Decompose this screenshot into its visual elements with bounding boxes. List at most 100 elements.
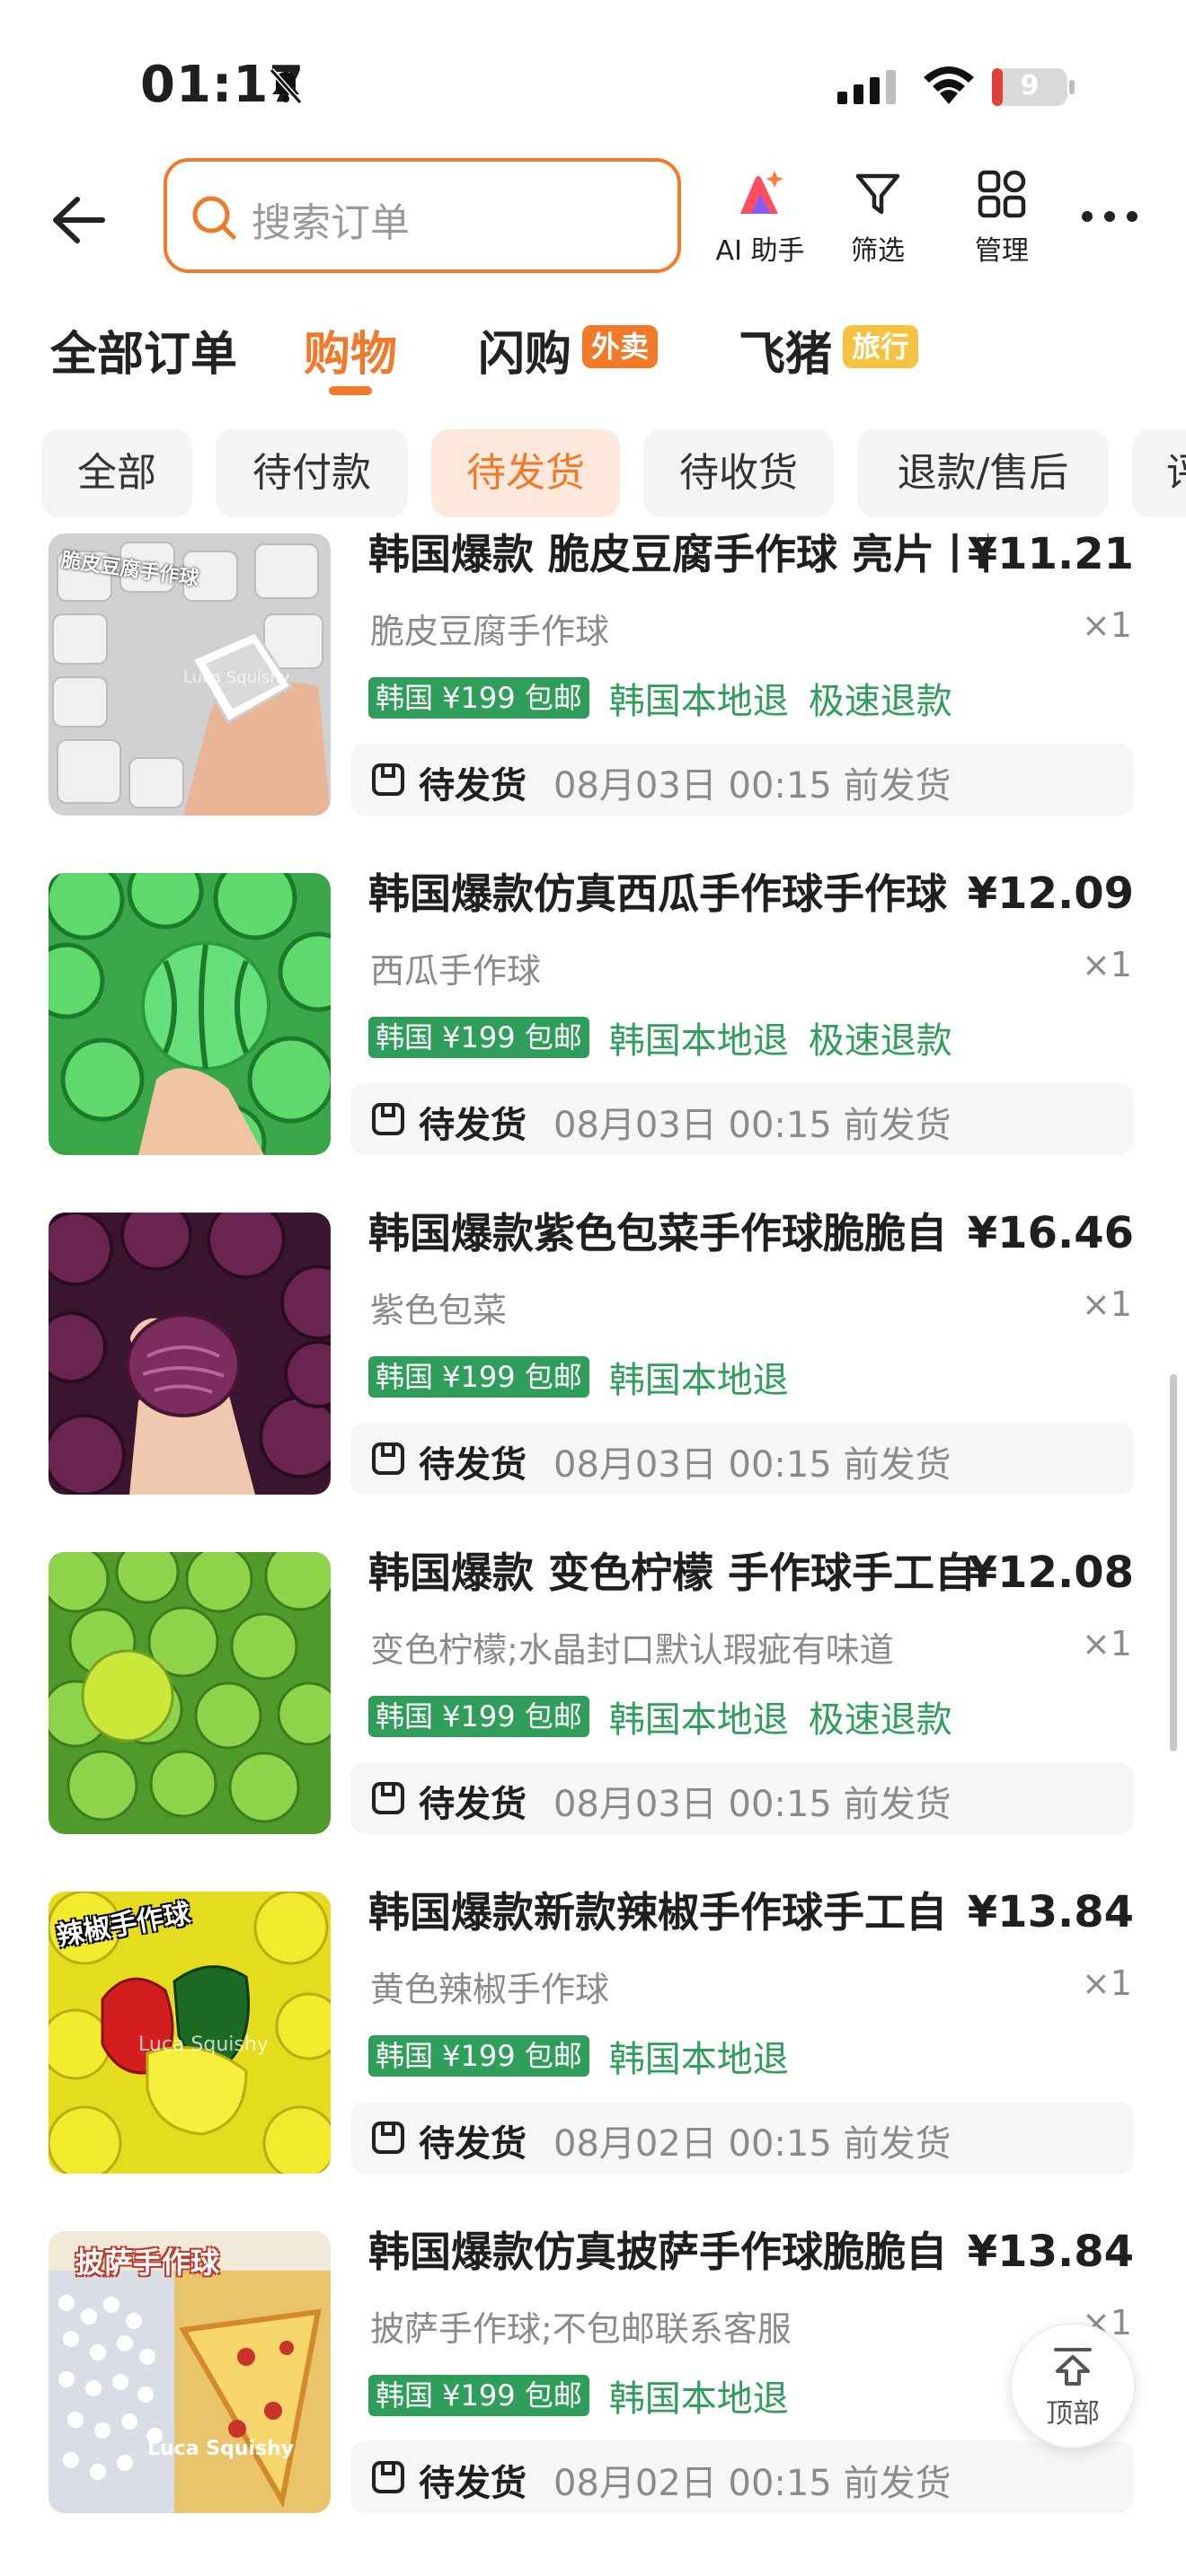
product-thumbnail[interactable]: 脆皮豆腐手作球 Luca Squishy [49, 534, 331, 816]
product-price: ¥16.46 [967, 1208, 1134, 1258]
service-tags: 韩国 ¥199 包邮 韩国本地退 极速退款 [368, 672, 952, 722]
order-item[interactable]: 脆皮豆腐手作球 Luca Squishy 韩国爆款 脆皮豆腐手作球 亮片丨花 ¥… [0, 530, 1186, 862]
service-tags: 韩国 ¥199 包邮 韩国本地退 [368, 2030, 789, 2080]
active-tab-indicator [329, 386, 372, 395]
shipping-status-bar[interactable]: 待发货 08月03日 00:15 前发货 [350, 1423, 1134, 1495]
order-item[interactable]: 披萨手作球 Luca Squishy 韩国爆款仿真披萨手作球脆脆自 ¥13.84… [0, 2220, 1186, 2560]
flash-badge: 外卖 [582, 325, 659, 368]
product-title[interactable]: 韩国爆款仿真西瓜手作球手作球 [368, 862, 988, 925]
manage-button[interactable]: 管理 [948, 167, 1056, 268]
service-tags: 韩国 ¥199 包邮 韩国本地退 [368, 2369, 789, 2420]
order-item[interactable]: 韩国爆款 变色柠檬 手作球手工自 ¥12.08 变色柠檬;水晶封口默认瑕疵有味道… [0, 1541, 1186, 1881]
product-spec: 黄色辣椒手作球 [370, 1970, 610, 2009]
shipping-status-bar[interactable]: 待发货 08月03日 00:15 前发货 [350, 1762, 1134, 1834]
product-thumbnail[interactable] [49, 1552, 331, 1834]
fast-refund-tag: 极速退款 [808, 1020, 952, 1062]
product-thumbnail[interactable]: 披萨手作球 Luca Squishy [49, 2231, 331, 2513]
order-status: 待发货 [419, 1444, 527, 1486]
ship-deadline: 08月02日 00:15 前发货 [553, 2463, 951, 2504]
service-tags: 韩国 ¥199 包邮 韩国本地退 [368, 1351, 789, 1401]
product-title[interactable]: 韩国爆款 脆皮豆腐手作球 亮片丨花 [368, 530, 988, 586]
product-spec: 脆皮豆腐手作球 [370, 612, 610, 651]
product-quantity: ×1 [1081, 605, 1132, 645]
product-title[interactable]: 韩国爆款仿真披萨手作球脆脆自 [368, 2220, 988, 2283]
chip-all[interactable]: 全部 [41, 429, 192, 517]
order-status: 待发货 [419, 2463, 527, 2504]
chip-pending-receipt[interactable]: 待收货 [643, 429, 834, 517]
order-item[interactable]: 韩国爆款仿真西瓜手作球手作球 ¥12.09 西瓜手作球 ×1 韩国 ¥199 包… [0, 862, 1186, 1202]
tab-fliggy[interactable]: 飞猪 [739, 316, 832, 384]
filter-label: 筛选 [851, 235, 905, 267]
package-status-icon [372, 2461, 404, 2493]
local-return-tag: 韩国本地退 [608, 1020, 789, 1062]
scrollbar[interactable] [1170, 1374, 1177, 1751]
thumbnail-caption: 披萨手作球 [75, 2245, 220, 2280]
chip-pending-payment[interactable]: 待付款 [216, 429, 408, 517]
product-title[interactable]: 韩国爆款新款辣椒手作球手工自 [368, 1881, 988, 1944]
bell-muted-icon [269, 68, 303, 104]
search-input[interactable]: 搜索订单 [164, 158, 681, 273]
order-item[interactable]: 辣椒手作球 Luca Squishy 韩国爆款新款辣椒手作球手工自 ¥13.84… [0, 1881, 1186, 2220]
product-spec: 紫色包菜 [370, 1291, 508, 1330]
more-options-icon[interactable] [1078, 203, 1141, 230]
product-title[interactable]: 韩国爆款紫色包菜手作球脆脆自 [368, 1202, 988, 1265]
cellular-signal-icon [837, 70, 896, 104]
package-status-icon [372, 1782, 404, 1814]
product-thumbnail[interactable]: 辣椒手作球 Luca Squishy [49, 1892, 331, 2174]
back-arrow-icon[interactable] [47, 189, 110, 251]
shipping-status-bar[interactable]: 待发货 08月02日 00:15 前发货 [350, 2102, 1134, 2174]
thumbnail-watermark: Luca Squishy [147, 2438, 295, 2460]
local-return-tag: 韩国本地退 [608, 1360, 789, 1401]
tab-all-orders[interactable]: 全部订单 [50, 316, 237, 384]
product-spec: 披萨手作球;不包邮联系客服 [370, 2309, 792, 2349]
nav-bar: 搜索订单 AI 助手 筛选 管理 [0, 153, 1186, 278]
free-shipping-tag: 韩国 ¥199 包邮 [368, 1696, 589, 1737]
service-tags: 韩国 ¥199 包邮 韩国本地退 极速退款 [368, 1690, 952, 1741]
package-status-icon [372, 763, 404, 796]
chip-pending-shipment[interactable]: 待发货 [431, 429, 620, 517]
search-placeholder: 搜索订单 [252, 200, 410, 246]
battery-level: 9 [1020, 70, 1040, 101]
back-to-top-button[interactable]: 顶部 [1010, 2323, 1136, 2448]
shipping-status-bar[interactable]: 待发货 08月03日 00:15 前发货 [350, 744, 1134, 816]
wifi-icon [924, 66, 974, 104]
tab-flash[interactable]: 闪购 [478, 316, 571, 384]
product-price: ¥13.84 [967, 1887, 1134, 1937]
package-status-icon [372, 1442, 404, 1475]
shipping-status-bar[interactable]: 待发货 08月03日 00:15 前发货 [350, 1083, 1134, 1155]
chip-refund-aftersale[interactable]: 退款/售后 [857, 429, 1109, 517]
product-price: ¥12.08 [967, 1548, 1134, 1598]
ship-deadline: 08月03日 00:15 前发货 [553, 1784, 951, 1825]
free-shipping-tag: 韩国 ¥199 包邮 [368, 2035, 589, 2077]
local-return-tag: 韩国本地退 [608, 2378, 789, 2420]
product-title[interactable]: 韩国爆款 变色柠檬 手作球手工自 [368, 1541, 988, 1604]
ai-assistant-icon [740, 171, 783, 214]
product-price: ¥13.84 [967, 2227, 1134, 2277]
ai-assistant-button[interactable]: AI 助手 [706, 167, 814, 268]
product-price: ¥12.09 [967, 869, 1134, 919]
ship-deadline: 08月03日 00:15 前发货 [553, 1444, 951, 1486]
filter-button[interactable]: 筛选 [824, 167, 932, 268]
chip-review[interactable]: 评 [1132, 429, 1186, 517]
order-status: 待发货 [419, 1105, 527, 1146]
tab-shopping[interactable]: 购物 [304, 316, 397, 384]
fast-refund-tag: 极速退款 [808, 1699, 952, 1741]
product-thumbnail[interactable] [49, 873, 331, 1155]
manage-label: 管理 [975, 235, 1029, 267]
order-item[interactable]: 韩国爆款紫色包菜手作球脆脆自 ¥16.46 紫色包菜 ×1 韩国 ¥199 包邮… [0, 1202, 1186, 1541]
search-icon [192, 196, 236, 240]
thumbnail-watermark: Luca Squishy [138, 2033, 269, 2056]
ai-assistant-label: AI 助手 [715, 235, 805, 267]
free-shipping-tag: 韩国 ¥199 包邮 [368, 1017, 589, 1058]
service-tags: 韩国 ¥199 包邮 韩国本地退 极速退款 [368, 1011, 952, 1062]
ship-deadline: 08月02日 00:15 前发货 [553, 2123, 951, 2165]
ship-deadline: 08月03日 00:15 前发货 [553, 765, 951, 807]
free-shipping-tag: 韩国 ¥199 包邮 [368, 677, 589, 719]
product-quantity: ×1 [1081, 1963, 1132, 2003]
back-to-top-icon [1054, 2348, 1092, 2386]
order-status: 待发货 [419, 765, 527, 807]
shipping-status-bar[interactable]: 待发货 08月02日 00:15 前发货 [350, 2441, 1134, 2513]
local-return-tag: 韩国本地退 [608, 2039, 789, 2080]
product-quantity: ×1 [1081, 1284, 1132, 1324]
product-thumbnail[interactable] [49, 1213, 331, 1495]
